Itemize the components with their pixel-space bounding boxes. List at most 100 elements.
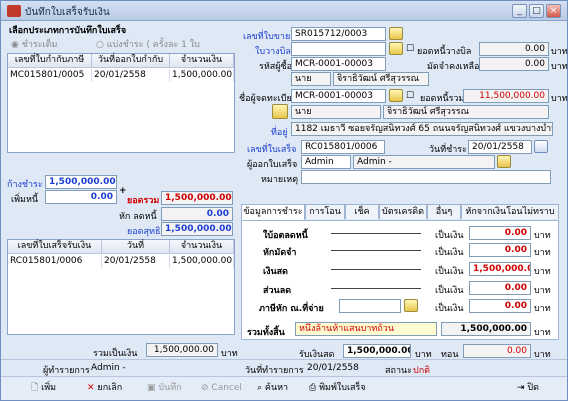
cancel-label: Cancel	[211, 383, 242, 393]
change-field: 0.00	[463, 344, 531, 358]
close-button[interactable]: ⇥ ปิด	[517, 379, 539, 397]
balance-field: 0.00	[479, 42, 549, 56]
maximize-button[interactable]: □	[529, 4, 544, 18]
row-divider	[331, 233, 421, 234]
calendar-icon[interactable]	[534, 140, 548, 153]
search-button[interactable]: ⌕ ค้นหา	[257, 379, 288, 397]
cust-code-field[interactable]: MCR-0001-00003	[291, 57, 386, 71]
payment-row-amount[interactable]: 0.00	[469, 281, 531, 295]
add-debt-field[interactable]: 0.00	[45, 190, 117, 204]
pay-label: ก้างชำระ	[7, 180, 43, 190]
cancel-icon: ⊘	[201, 383, 209, 393]
sum-field: 1,500,000.00	[146, 343, 218, 357]
lookup-tax-icon[interactable]	[404, 299, 418, 312]
radio-full-payment[interactable]: ◉ ชำระเต็ม	[11, 37, 57, 51]
bill-field[interactable]	[291, 42, 386, 56]
checkbox-icon[interactable]: ☐	[406, 44, 414, 54]
payment-row-amount[interactable]: 0.00	[469, 243, 531, 257]
note-label: หมายเหตุ	[261, 175, 299, 185]
reg-name-field: จิราธิวัฒน์ ศรีสุวรรณ	[383, 105, 549, 119]
cust-name-field: จิราธิวัฒน์ ศรีสุวรรณ	[333, 72, 429, 86]
reg-label: ชื่อผู้จดทะเบียน	[239, 94, 298, 104]
checkbox-icon[interactable]: ☐	[406, 91, 414, 101]
unit-label: บาท	[551, 62, 568, 72]
tab-credit-card[interactable]: บัตรเครดิต	[379, 204, 427, 219]
discount-label: หัก ลดหนี้	[119, 212, 157, 222]
balance-label: ยอดหนี้วางบิล	[417, 47, 472, 57]
window-title: บันทึกใบเสร็จรับเงิน	[25, 7, 110, 18]
minimize-button[interactable]: _	[512, 4, 527, 18]
address-field: 1182 เมธาวี ซอยจรัญสนิทวงศ์ 65 ถนนจรัญสน…	[291, 122, 553, 136]
add-button[interactable]: 🗋 เพิ่ม	[31, 379, 56, 397]
tab-unknown-transfer[interactable]: หักจากเงินโอนไม่ทราบ	[461, 204, 559, 219]
radio-partial-payment[interactable]: ○ แบ่งชำระ ( ครั้งละ 1 ใบ	[96, 37, 200, 51]
save-button[interactable]: ▣ บันทึก	[147, 379, 182, 397]
payment-row-label: ใบ้อตลดหนี้	[263, 231, 308, 241]
deposit-field: 0.00	[479, 57, 549, 71]
close-window-button[interactable]: ×	[546, 4, 561, 18]
reg-prefix-field: นาย	[291, 105, 381, 119]
txn-date-label: วันที่ทำรายการ	[245, 366, 304, 376]
app-icon	[7, 5, 21, 17]
toolbar: 🗋 เพิ่ม ✕ ยกเลิก ▣ บันทึก ⊘ Cancel ⌕ ค้น…	[1, 376, 567, 400]
received-field[interactable]: 1,500,000.00	[343, 344, 411, 358]
rc-no-field[interactable]: RC015801/0006	[301, 140, 385, 154]
note-field[interactable]	[301, 170, 551, 184]
net-label: ยอดสุทธิ	[127, 227, 161, 237]
rc-no-label: เลขที่ใบเสร็จ	[247, 145, 297, 155]
bill-label: ใบวางบิล	[255, 47, 291, 57]
lookup-bill-icon[interactable]	[389, 42, 403, 55]
address-label: ที่อยู่	[271, 128, 288, 138]
cancel-doc-button[interactable]: ✕ ยกเลิก	[87, 379, 122, 397]
payment-row-unit: บาท	[534, 286, 551, 296]
payment-row-amount[interactable]: 0.00	[469, 299, 531, 313]
deposit-label: มัดจำคงเหลือ	[427, 62, 480, 72]
row-divider	[331, 269, 421, 270]
tab-cheque[interactable]: เช็ค	[345, 204, 379, 219]
reg-code-field[interactable]: MCR-0001-00003	[291, 89, 386, 103]
title-bar: บันทึกใบเสร็จรับเงิน _ □ ×	[1, 1, 567, 21]
print-button[interactable]: ⎙ พิมพ์ใบเสร็จ	[309, 379, 366, 397]
exit-icon: ⇥	[517, 383, 525, 393]
cross-icon: ✕	[87, 383, 95, 393]
issuer-name-field: Admin -	[353, 155, 495, 169]
tab-payment-info[interactable]: ข้อมูลการชำระ	[241, 204, 305, 220]
payment-row-label: หักมัดจำ	[263, 248, 297, 258]
invoice-table: เลขที่ใบกำกับภาษี วันที่ออกใบกำกับ จำนวน…	[7, 53, 235, 153]
plus-sign: +	[119, 186, 127, 196]
pay-date-label: วันที่ชำระ	[429, 145, 467, 155]
cancel-button[interactable]: ⊘ Cancel	[201, 379, 242, 397]
status-bar: ผู้ทำรายการ Admin - วันที่ทำรายการ 20/01…	[1, 359, 567, 376]
lookup-sell-icon[interactable]	[389, 27, 403, 40]
sum-unit: บาท	[221, 349, 238, 359]
invoice-amount-cell: 1,500,000.00	[172, 69, 234, 82]
payment-row-unit: บาท	[534, 267, 551, 277]
add-label: เพิ่ม	[41, 383, 57, 393]
col-header: เลขที่ใบกำกับภาษี	[8, 54, 92, 68]
print-label: พิมพ์ใบเสร็จ	[319, 383, 366, 393]
issuer-code-field[interactable]: Admin	[301, 155, 351, 169]
col-header: จำนวนเงิน	[170, 240, 234, 254]
cust-code-label: รหัสผู้ซื้อ	[259, 62, 293, 72]
payment-row-unit: บาท	[534, 304, 551, 314]
issuer-label: ผู้ออกใบเสร็จ	[247, 160, 298, 170]
pay-date-field[interactable]: 20/01/2558	[468, 140, 532, 154]
recorder-value: Admin -	[91, 363, 126, 373]
binoculars-icon: ⌕	[257, 383, 263, 393]
tab-other[interactable]: อื่นๆ	[427, 204, 461, 219]
grand-total-field: 1,500,000.00	[441, 322, 531, 336]
lookup-issuer-icon[interactable]	[497, 155, 511, 168]
tax-rate-field[interactable]	[339, 299, 401, 313]
pay-amount-field[interactable]: 1,500,000.00	[45, 175, 117, 189]
payment-row-mid: เป็นเงิน	[435, 267, 464, 277]
payment-row-mid: เป็นเงิน	[435, 304, 464, 314]
payment-row-amount[interactable]: 1,500,000.00	[469, 262, 531, 276]
lookup-reg-icon[interactable]	[389, 89, 403, 102]
payment-row-amount[interactable]: 0.00	[469, 226, 531, 240]
tab-transfer[interactable]: การโอน	[305, 204, 345, 219]
payment-row-unit: บาท	[534, 248, 551, 258]
debt-field: 11,500,000.00	[463, 89, 549, 103]
edit-address-icon[interactable]	[272, 104, 288, 119]
txn-date-value: 20/01/2558	[307, 363, 359, 373]
sell-no-field[interactable]: SR015712/0003	[291, 27, 386, 41]
